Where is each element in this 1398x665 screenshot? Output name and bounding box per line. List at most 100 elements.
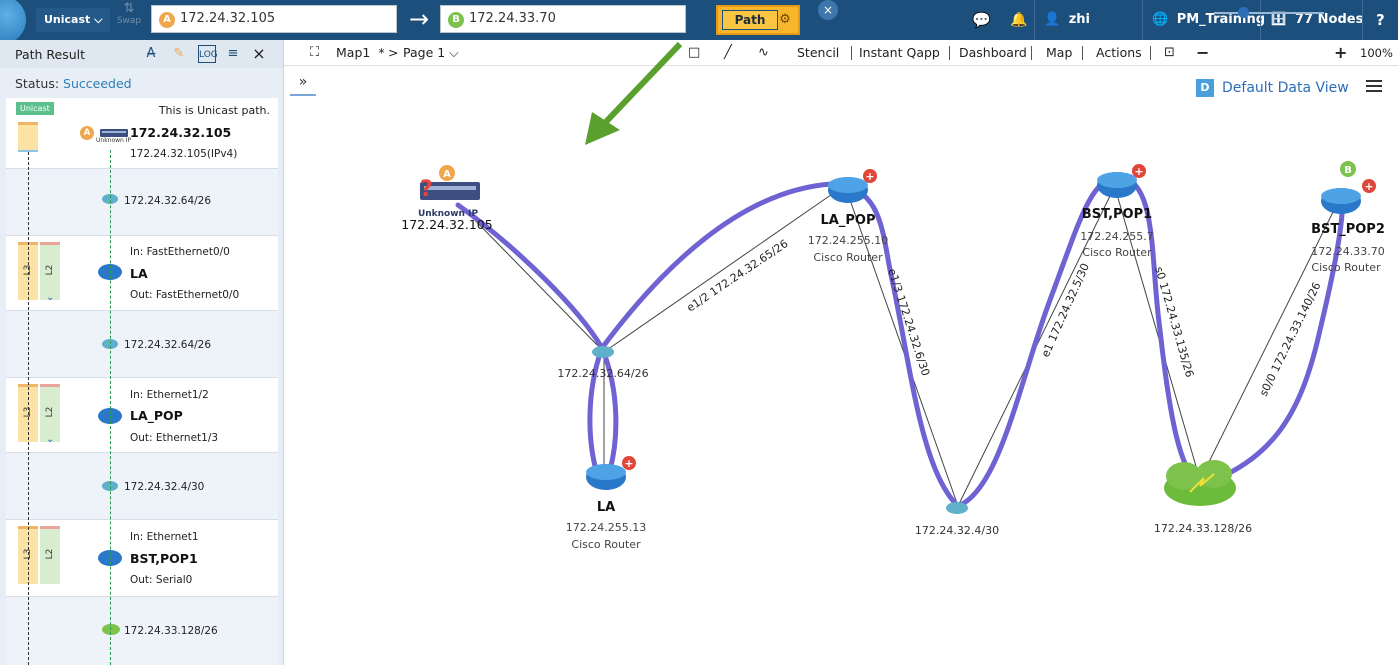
gear-icon[interactable]: ⚙ [777, 12, 793, 28]
wan-cloud-node[interactable]: 172.24.33.128/26 [1154, 460, 1252, 535]
hop-subnet[interactable]: 172.24.32.64/26 [6, 169, 278, 235]
node-ip: 172.24.255.10 [808, 234, 888, 247]
user-name: zhi [1068, 12, 1090, 27]
translate-icon[interactable]: A̶ [142, 45, 160, 63]
zoom-slider[interactable] [1214, 12, 1324, 14]
menu-icon[interactable] [1366, 80, 1382, 94]
source-value: 172.24.32.105 [180, 11, 276, 26]
modified-mark: * [378, 45, 385, 60]
page-name: Page 1 [403, 45, 446, 60]
link-label: s0/0 172.24.33.140/26 [1257, 280, 1324, 398]
fit-screen-icon[interactable]: ⊡ [1164, 40, 1175, 66]
hop-item[interactable]: L3 L2 ⌄ In: Ethernet1/2 LA_POP Out: Ethe… [6, 378, 278, 452]
close-icon[interactable]: × [250, 45, 268, 63]
subnet-node[interactable]: 172.24.32.64/26 [557, 346, 649, 380]
bell-icon[interactable]: 🔔 [1010, 0, 1027, 40]
destination-input[interactable]: B 172.24.33.70 [440, 5, 686, 33]
path-line [110, 150, 111, 665]
divider [1034, 0, 1035, 40]
source-badge: A [443, 169, 451, 180]
help-icon[interactable]: ? [1376, 0, 1385, 40]
zoom-in-button[interactable]: + [1334, 40, 1347, 66]
top-toolbar: Unicast ⌵ ⇅ Swap A 172.24.32.105 → B 172… [0, 0, 1398, 44]
divider [1142, 0, 1143, 40]
domain-selector[interactable]: 🌐 PM_Training [1152, 0, 1265, 40]
router-node-la[interactable]: + LA 172.24.255.13 Cisco Router [566, 456, 646, 551]
divider [851, 46, 852, 60]
line-icon[interactable]: ╱ [724, 40, 732, 66]
router-node-bst-pop1[interactable]: + BST,POP1 172.24.255.7 Cisco Router [1080, 164, 1154, 259]
destination-badge: B [448, 12, 464, 28]
node-ip: 172.24.255.13 [566, 521, 646, 534]
l2-tag: L2 [40, 526, 60, 584]
data-view-selector[interactable]: D Default Data View [1196, 79, 1349, 97]
subnet-label: 172.24.33.128/26 [1154, 522, 1252, 535]
chat-icon[interactable]: 💬 [972, 0, 991, 40]
link-label: e1/2 172.24.32.65/26 [684, 237, 790, 314]
hop-item[interactable]: L3 L2 ⌄ In: FastEthernet0/0 LA Out: Fast… [6, 236, 278, 310]
path-button-label: Path [722, 10, 778, 30]
map-menu-button[interactable]: Map [1046, 40, 1072, 66]
node-name: BST_POP2 [1311, 222, 1385, 237]
database-icon: 🗄 [1270, 12, 1287, 27]
instant-qapp-button[interactable]: Instant Qapp [859, 40, 940, 66]
router-node-la-pop[interactable]: + LA_POP 172.24.255.10 Cisco Router [808, 169, 888, 264]
router-node-bst-pop2[interactable]: B + BST_POP2 172.24.33.70 Cisco Router [1311, 161, 1385, 274]
map-tab[interactable]: Map1 * [336, 40, 385, 66]
unknown-ip-node[interactable]: A ? Unknown IP 172.24.32.105 [401, 165, 493, 232]
subnet-label: 172.24.32.64/26 [124, 339, 212, 351]
chevron-down-icon[interactable]: ⌄ [46, 434, 54, 445]
subnet-label: 172.24.33.128/26 [124, 625, 218, 637]
chevron-down-icon[interactable]: ⌄ [46, 292, 54, 303]
arrow-right-icon: → [408, 5, 430, 33]
panel-title: Path Result [15, 47, 86, 62]
path-mode-label: Unicast [44, 13, 91, 26]
divider [1362, 0, 1363, 40]
rectangle-icon[interactable]: □ [688, 40, 700, 66]
swap-button[interactable]: ⇅ Swap [114, 1, 144, 37]
data-view-badge: D [1196, 79, 1214, 97]
hop-subnet[interactable]: 172.24.32.64/26 [6, 311, 278, 377]
zoom-slider-handle[interactable] [1238, 7, 1249, 18]
physical-links [459, 189, 1337, 507]
subnet-node[interactable]: 172.24.32.4/30 [915, 502, 999, 537]
l3-tag [18, 122, 38, 152]
log-icon[interactable]: LOG [198, 45, 218, 63]
hop-item[interactable]: L3 L2 In: Ethernet1 BST,POP1 Out: Serial… [6, 520, 278, 596]
divider [949, 46, 950, 60]
nodes-counter[interactable]: 🗄 77 Nodes [1270, 0, 1363, 40]
actions-button[interactable]: Actions [1096, 40, 1142, 66]
subnet-label: 172.24.32.4/30 [915, 524, 999, 537]
plus-icon: + [624, 457, 633, 470]
domain-name: PM_Training [1176, 12, 1266, 27]
stencil-button[interactable]: Stencil [797, 40, 839, 66]
user-menu[interactable]: 👤 zhi [1044, 0, 1090, 40]
node-type: Cisco Router [813, 251, 883, 264]
fit-view-icon[interactable]: ⛶ [310, 40, 319, 66]
unicast-text: This is Unicast path. [158, 104, 270, 117]
source-input[interactable]: A 172.24.32.105 [151, 5, 397, 33]
path-status: Status: Succeeded [15, 76, 132, 91]
close-icon[interactable]: × [818, 0, 838, 20]
highlight-icon[interactable]: ✎ [170, 45, 188, 63]
path-button[interactable]: Path ⚙ [716, 5, 800, 35]
swap-icon: ⇅ [123, 1, 135, 16]
swap-label: Swap [116, 16, 142, 26]
path-mode-select[interactable]: Unicast ⌵ [36, 8, 111, 32]
page-selector[interactable]: Page 1 ⌵ [403, 40, 459, 66]
expand-panel-button[interactable]: » [290, 70, 316, 96]
hop-out-interface: Out: Serial0 [130, 574, 193, 586]
hop-subnet[interactable]: 172.24.33.128/26 [6, 597, 278, 665]
hop-name: LA_POP [130, 408, 183, 423]
curve-icon[interactable]: ∿ [758, 40, 769, 66]
node-type: Cisco Router [1311, 261, 1381, 274]
app-logo[interactable] [0, 0, 26, 44]
map-name: Map1 [336, 45, 371, 60]
node-name: LA_POP [821, 213, 876, 228]
zoom-out-button[interactable]: − [1196, 40, 1209, 66]
dashboard-button[interactable]: Dashboard [959, 40, 1027, 66]
hop-item[interactable]: A 172.24.32.105 Unknown IP 172.24.32.105… [6, 122, 278, 168]
panel-header: Path Result A̶ ✎ LOG ≡ × [0, 40, 283, 68]
hop-subnet[interactable]: 172.24.32.4/30 [6, 453, 278, 519]
list-icon[interactable]: ≡ [224, 45, 242, 63]
